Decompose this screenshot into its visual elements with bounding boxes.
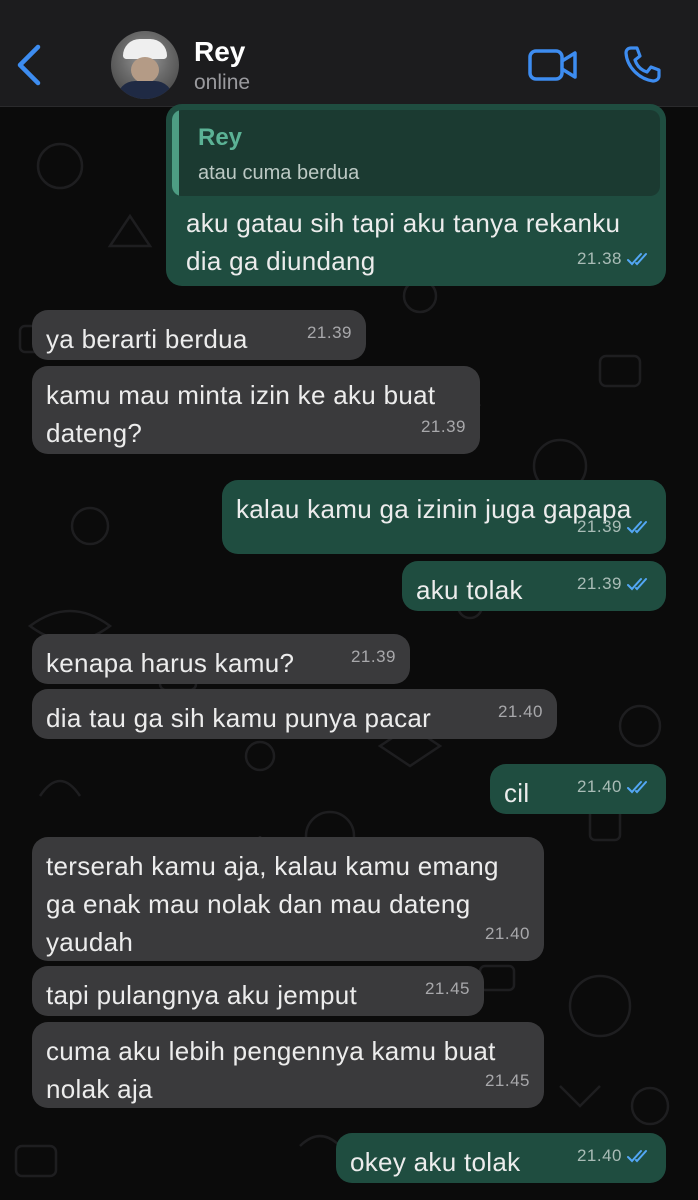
message-time: 21.40 (497, 702, 543, 721)
chevron-left-icon (17, 44, 41, 86)
message-bubble-outgoing[interactable]: aku gatau sih tapi aku tanya rekanku dia… (172, 198, 666, 286)
message-text: dia tau ga sih kamu punya pacar (46, 703, 432, 733)
message-meta: 21.39 (307, 314, 352, 352)
message-bubble-incoming[interactable]: kamu mau minta izin ke aku buat dateng? 2… (32, 366, 480, 454)
quoted-text: atau cuma berdua (198, 162, 360, 184)
message-bubble-incoming[interactable]: tapi pulangnya aku jemput 21.45 (32, 966, 484, 1016)
message-meta: 21.45 (425, 970, 470, 1008)
message-time: 21.39 (576, 574, 622, 593)
message-time: 21.40 (484, 924, 530, 943)
quoted-author: Rey (198, 124, 243, 151)
message-meta: 21.39 (421, 408, 466, 446)
message-time: 21.40 (576, 777, 622, 796)
video-camera-icon (528, 49, 577, 81)
message-meta: 21.45 (485, 1062, 530, 1100)
double-check-icon (627, 521, 647, 534)
message-meta: 21.40 (577, 1137, 652, 1175)
message-bubble-outgoing[interactable]: kalau kamu ga izinin juga gapapa 21.39 (222, 480, 666, 554)
message-meta: 21.39 (577, 508, 652, 546)
message-time: 21.39 (420, 417, 466, 436)
double-check-icon (627, 578, 647, 591)
double-check-icon (627, 781, 647, 794)
message-time: 21.39 (306, 323, 352, 342)
message-bubble-incoming[interactable]: ya berarti berdua 21.39 (32, 310, 366, 360)
message-time: 21.38 (576, 249, 622, 268)
message-time: 21.45 (484, 1071, 530, 1090)
message-meta: 21.40 (577, 768, 652, 806)
avatar[interactable] (111, 31, 179, 99)
message-bubble-outgoing[interactable]: aku tolak 21.39 (402, 561, 666, 611)
double-check-icon (627, 253, 647, 266)
message-time: 21.39 (350, 647, 396, 666)
back-button[interactable] (14, 44, 44, 91)
message-text: kenapa harus kamu? (46, 648, 295, 678)
message-text: cuma aku lebih pengennya kamu buat nolak… (46, 1036, 496, 1104)
message-bubble-incoming[interactable]: terserah kamu aja, kalau kamu emang ga e… (32, 837, 544, 961)
message-time: 21.45 (424, 979, 470, 998)
quoted-message[interactable]: Rey atau cuma berdua (172, 110, 660, 196)
voice-call-button[interactable] (622, 44, 662, 89)
message-meta: 21.40 (498, 693, 543, 731)
message-text: kamu mau minta izin ke aku buat dateng? (46, 380, 436, 448)
message-meta: 21.40 (485, 915, 530, 953)
message-bubble-incoming[interactable]: dia tau ga sih kamu punya pacar 21.40 (32, 689, 557, 739)
chat-header: Rey online (0, 0, 698, 107)
message-time: 21.40 (576, 1146, 622, 1165)
message-bubble-outgoing[interactable]: cil 21.40 (490, 764, 666, 814)
message-meta: 21.38 (577, 240, 652, 278)
phone-icon (624, 46, 661, 83)
message-bubble-incoming[interactable]: cuma aku lebih pengennya kamu buat nolak… (32, 1022, 544, 1108)
message-meta: 21.39 (351, 638, 396, 676)
message-bubble-incoming[interactable]: kenapa harus kamu? 21.39 (32, 634, 410, 684)
message-meta: 21.39 (577, 565, 652, 603)
contact-status: online (194, 71, 251, 94)
message-bubble-outgoing[interactable]: okey aku tolak 21.40 (336, 1133, 666, 1183)
message-text: terserah kamu aja, kalau kamu emang ga e… (46, 851, 499, 957)
message-text: tapi pulangnya aku jemput (46, 980, 358, 1010)
message-time: 21.39 (576, 517, 622, 536)
quote-bar (172, 110, 179, 196)
contact-name[interactable]: Rey (194, 36, 245, 68)
video-call-button[interactable] (528, 48, 578, 87)
double-check-icon (627, 1150, 647, 1163)
